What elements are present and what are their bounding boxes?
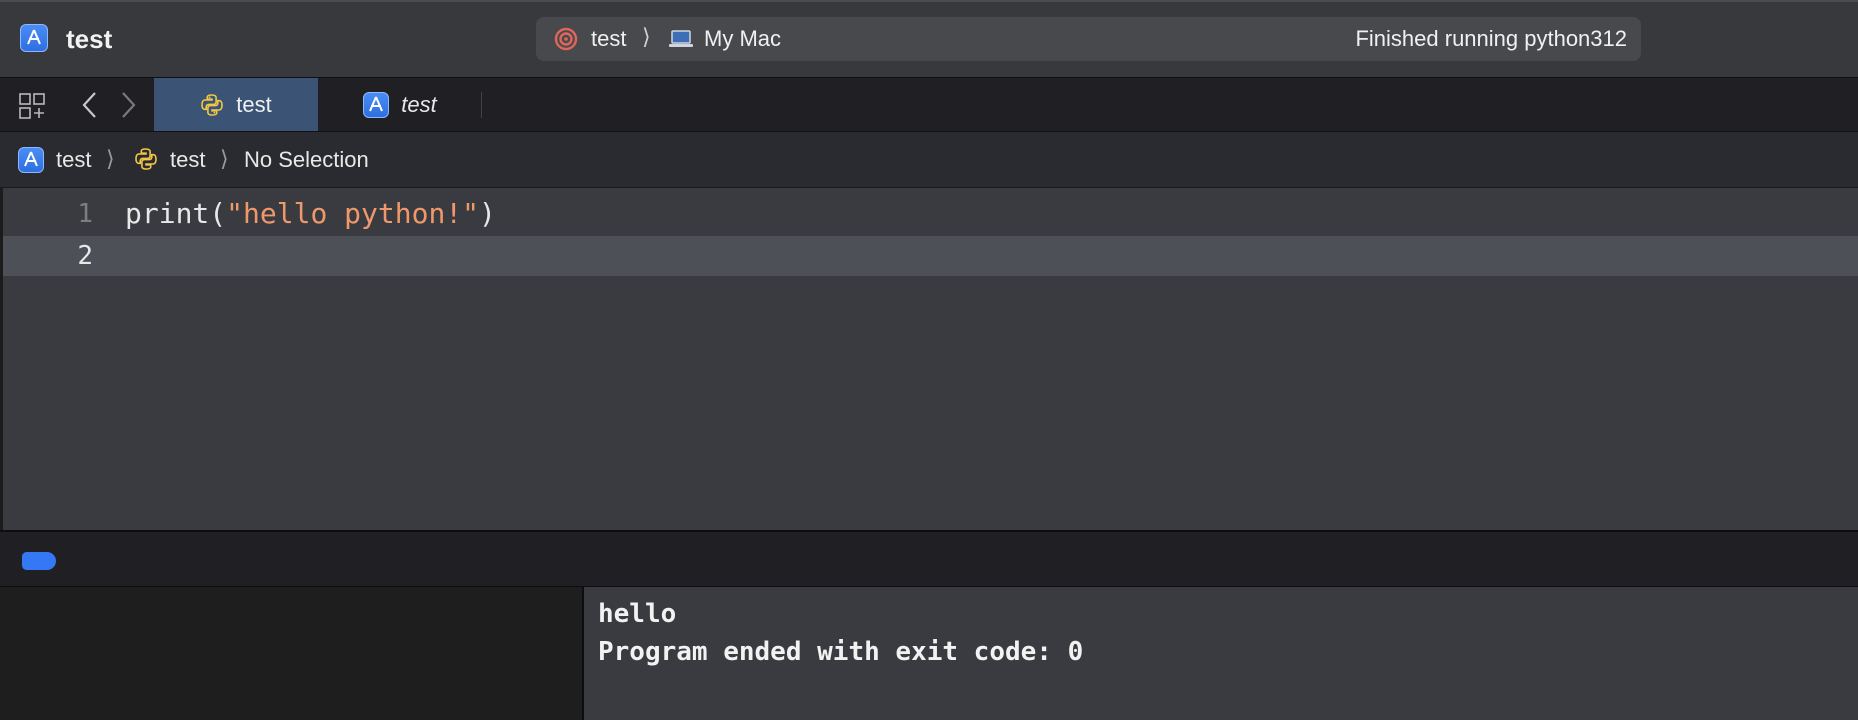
tab-label: test: [236, 91, 272, 117]
scheme-status-bar[interactable]: test ⟩ My Mac Finished running python312: [536, 17, 1641, 61]
code-token: ): [479, 197, 496, 230]
scheme-separator: ⟩: [642, 24, 651, 49]
scheme-target-icon[interactable]: [554, 27, 578, 51]
chevron-right-icon[interactable]: [120, 90, 138, 120]
run-destination[interactable]: My Mac: [704, 26, 781, 52]
chevron-left-icon[interactable]: [80, 90, 98, 120]
python-file-icon: [135, 148, 157, 170]
tab-test-project[interactable]: test: [318, 78, 482, 131]
console-line: Program ended with exit code: 0: [598, 637, 1084, 667]
xcode-project-icon[interactable]: [18, 147, 44, 173]
line-number: 2: [77, 241, 93, 271]
xcode-project-icon: [363, 91, 390, 118]
console-line: hello: [598, 599, 677, 629]
debug-bar: [0, 530, 1858, 587]
breakpoints-toggle-icon[interactable]: [22, 552, 56, 570]
tab-test-python[interactable]: test: [154, 78, 318, 131]
code-token: print(: [125, 197, 227, 230]
code-editor[interactable]: 1 print("hello python!") 2: [0, 188, 1858, 530]
variables-view[interactable]: [0, 587, 582, 720]
breadcrumb-separator: ⟩: [106, 146, 115, 171]
breadcrumb-file[interactable]: test: [170, 147, 205, 173]
laptop-icon: [669, 30, 693, 47]
activity-status: Finished running python312: [1355, 26, 1627, 51]
breadcrumb-symbol[interactable]: No Selection: [244, 147, 369, 173]
tab-divider: [481, 92, 482, 118]
scheme-name[interactable]: test: [591, 26, 626, 52]
line-number: 1: [77, 199, 93, 229]
python-file-icon: [201, 93, 224, 116]
title-bar: test test ⟩ My Mac Finished running pyth…: [0, 0, 1858, 77]
xcode-project-icon[interactable]: [20, 24, 48, 52]
console-output[interactable]: hello Program ended with exit code: 0: [584, 587, 1858, 720]
code-line[interactable]: 1 print("hello python!"): [3, 194, 1858, 234]
editor-tab-bar: test test: [0, 77, 1858, 132]
breadcrumb-separator: ⟩: [220, 146, 229, 171]
tab-label: test: [401, 91, 437, 117]
related-items-grid-icon[interactable]: [18, 92, 46, 120]
string-literal: "hello python!": [226, 197, 480, 230]
project-title: test: [66, 24, 113, 54]
breadcrumb-project[interactable]: test: [56, 147, 91, 173]
breadcrumb: test ⟩ test ⟩ No Selection: [0, 132, 1858, 188]
code-line-current[interactable]: 2: [3, 236, 1858, 276]
code-text[interactable]: print("hello python!"): [125, 197, 496, 230]
